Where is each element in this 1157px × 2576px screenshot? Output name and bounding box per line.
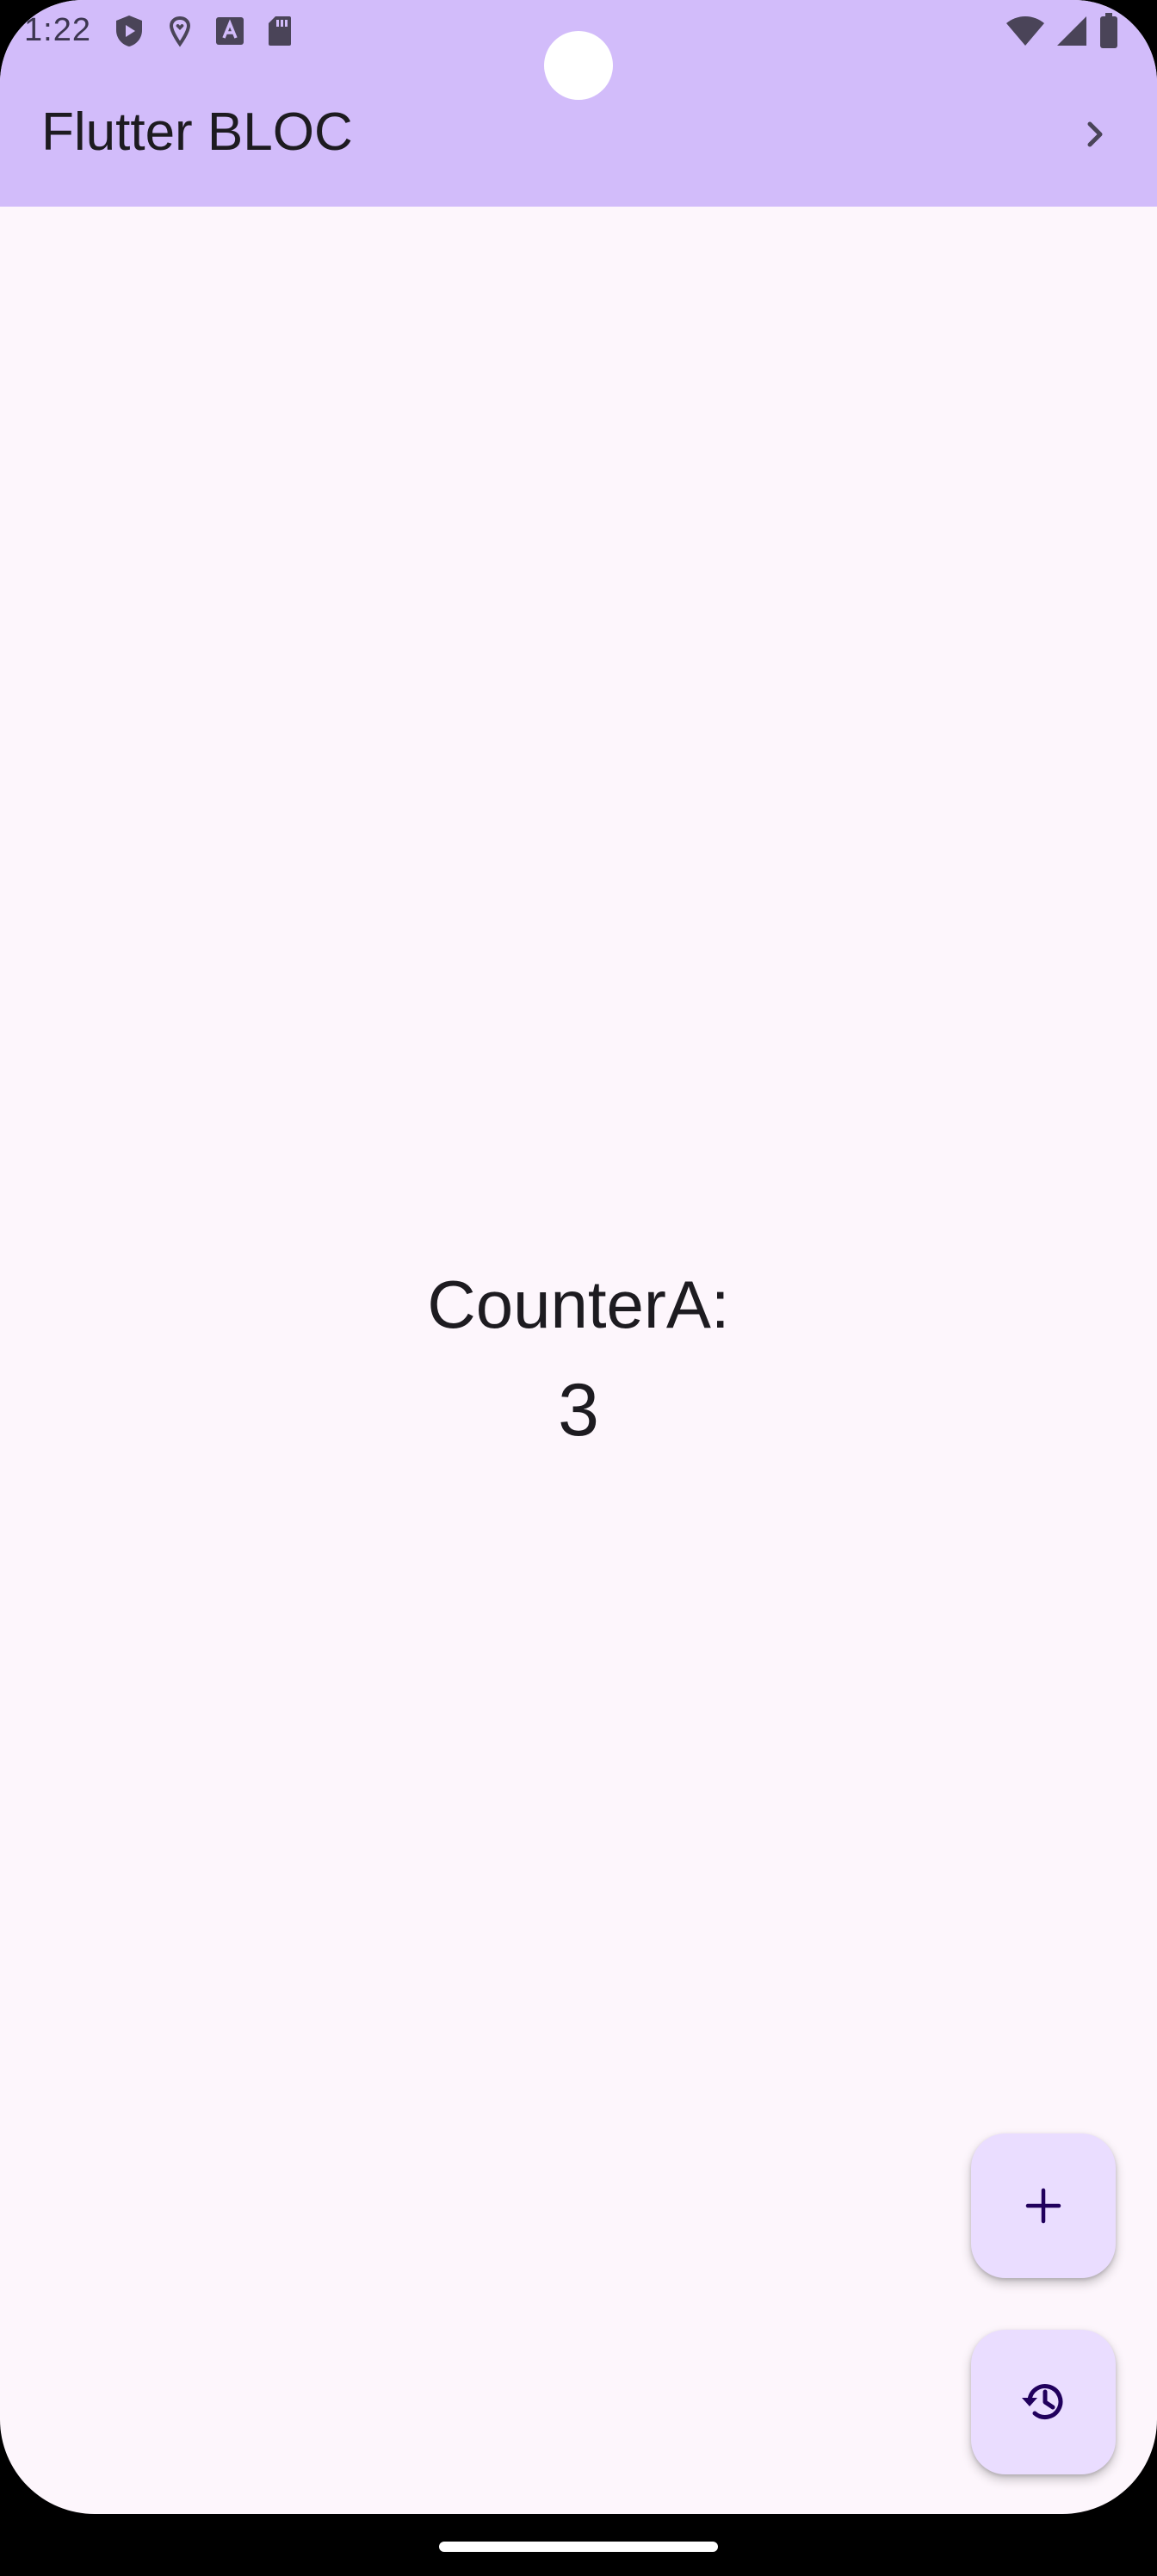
battery-icon [1100,13,1117,48]
app-screen: 1:22 Flutter BLOC CounterA: 3 [0,0,1157,2514]
chevron-right-icon [1087,121,1103,147]
status-time: 1:22 [24,12,91,48]
app-bar: 1:22 Flutter BLOC [0,0,1157,207]
device-frame: 1:22 Flutter BLOC CounterA: 3 [0,0,1157,2576]
increment-button[interactable] [971,2133,1116,2278]
history-icon [1022,2384,1063,2420]
status-icons-right [1005,12,1119,50]
next-page-button[interactable] [1067,107,1123,162]
sd-card-icon [269,16,291,46]
wifi-icon [1006,16,1044,46]
camera-cutout [544,31,613,100]
reset-history-button[interactable] [971,2330,1116,2474]
counter-value: 3 [558,1369,599,1452]
cell-signal-icon [1057,16,1086,46]
add-icon [1025,2188,1061,2224]
location-heart-icon [169,15,191,47]
status-icons-left [114,12,293,50]
shield-play-icon [116,15,142,46]
home-indicator[interactable] [439,2542,718,2552]
page-title: Flutter BLOC [41,102,353,162]
counter-label: CounterA: [427,1266,730,1342]
font-a-icon [216,17,244,45]
